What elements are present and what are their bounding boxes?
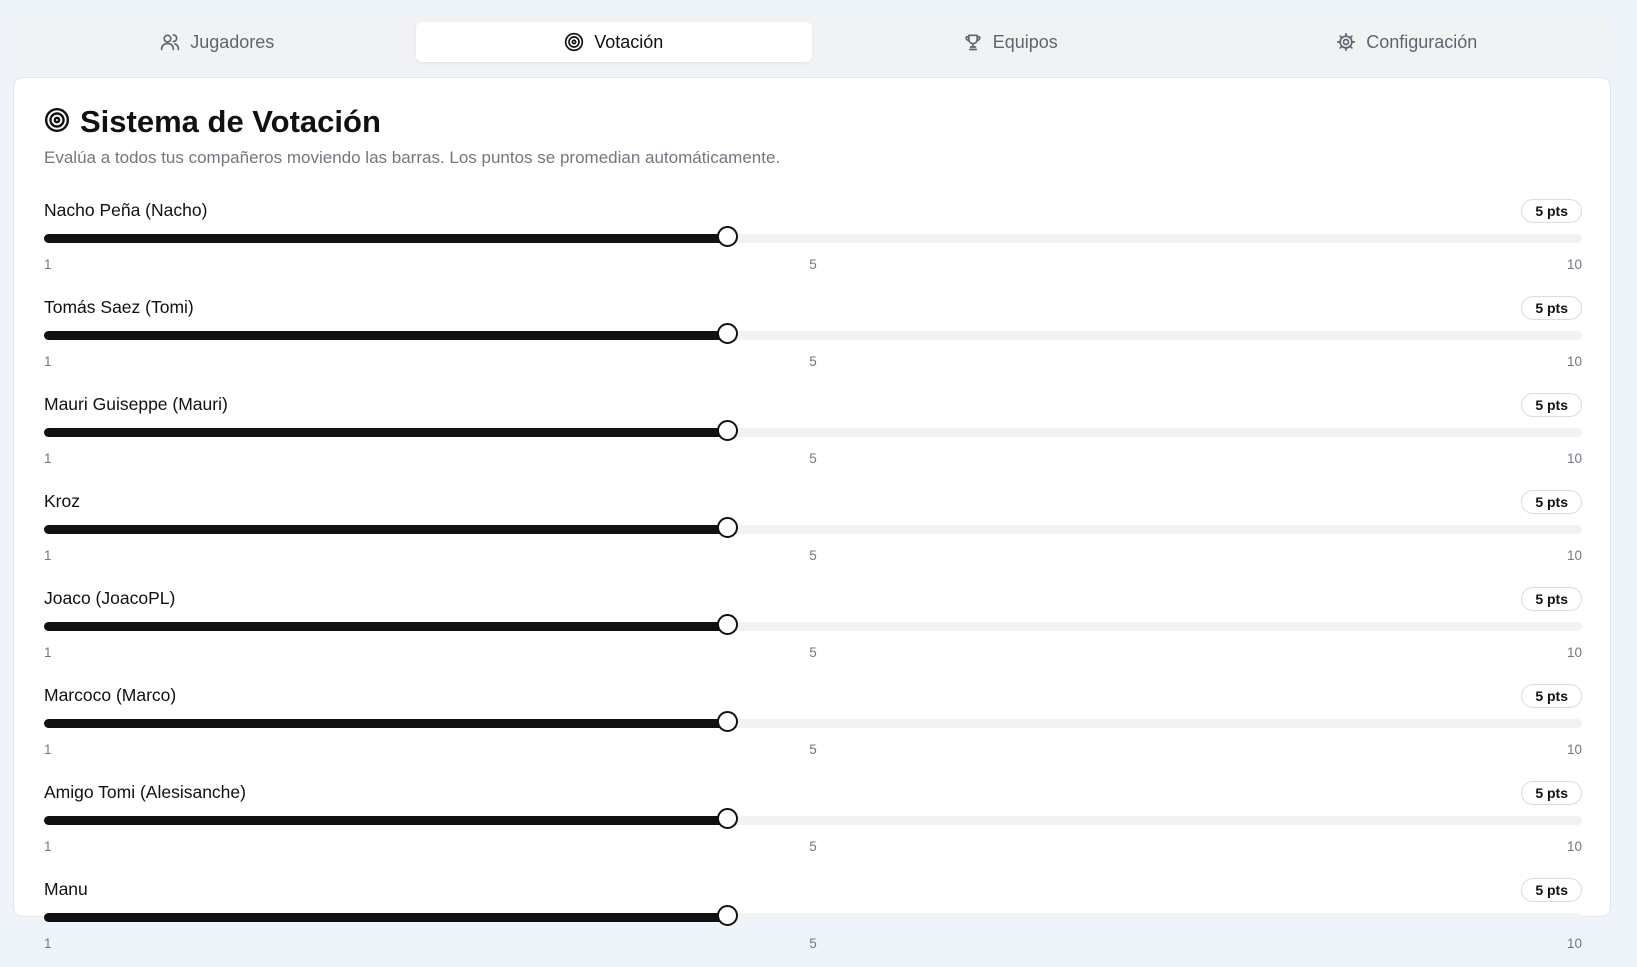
- slider-fill: [44, 622, 728, 631]
- slider-mid-label: 5: [809, 548, 817, 563]
- player-name: Kroz: [44, 491, 80, 511]
- slider-fill: [44, 816, 728, 825]
- page-title: Sistema de Votación: [80, 104, 381, 139]
- slider-thumb[interactable]: [716, 905, 738, 926]
- points-badge: 5 pts: [1521, 587, 1582, 611]
- player-row: Kroz 5 pts 1 5 10: [44, 482, 1582, 579]
- slider-thumb[interactable]: [716, 226, 738, 247]
- slider-thumb[interactable]: [716, 323, 738, 344]
- page-header: Sistema de Votación: [44, 104, 381, 140]
- tab-label: Equipos: [992, 31, 1058, 52]
- points-badge: 5 pts: [1521, 199, 1582, 223]
- points-badge: 5 pts: [1521, 878, 1582, 902]
- player-row: Mauri Guiseppe (Mauri) 5 pts 1 5 10: [44, 385, 1582, 482]
- slider-mid-label: 5: [809, 936, 817, 951]
- slider-min-label: 1: [44, 257, 52, 272]
- points-badge: 5 pts: [1521, 684, 1582, 708]
- slider-fill: [44, 428, 728, 437]
- slider-mid-label: 5: [809, 354, 817, 369]
- slider-fill: [44, 525, 728, 534]
- slider-min-label: 1: [44, 645, 52, 660]
- tab-label: Configuración: [1366, 31, 1478, 52]
- rating-slider[interactable]: [44, 808, 1582, 829]
- slider-fill: [44, 234, 728, 243]
- tab-jugadores[interactable]: Jugadores: [19, 22, 416, 62]
- player-row: Joaco (JoacoPL) 5 pts 1 5 10: [44, 579, 1582, 676]
- slider-mid-label: 5: [809, 451, 817, 466]
- player-row: Marcoco (Marco) 5 pts 1 5 10: [44, 676, 1582, 773]
- slider-max-label: 10: [1566, 839, 1582, 854]
- gear-icon: [1336, 32, 1356, 52]
- player-name: Amigo Tomi (Alesisanche): [44, 782, 246, 802]
- rating-slider[interactable]: [44, 323, 1582, 344]
- slider-max-label: 10: [1566, 936, 1582, 951]
- slider-min-label: 1: [44, 742, 52, 757]
- tab-label: Jugadores: [190, 31, 275, 52]
- rating-slider[interactable]: [44, 517, 1582, 538]
- slider-fill: [44, 331, 728, 340]
- tab-votacion[interactable]: Votación: [415, 22, 812, 62]
- slider-thumb[interactable]: [716, 517, 738, 538]
- slider-max-label: 10: [1566, 451, 1582, 466]
- page-subtitle: Evalúa a todos tus compañeros moviendo l…: [44, 148, 781, 167]
- trophy-icon: [963, 32, 983, 52]
- main-tab-bar: Jugadores Votación Equipos Configuración: [13, 16, 1611, 68]
- player-row: Amigo Tomi (Alesisanche) 5 pts 1 5 10: [44, 773, 1582, 870]
- tab-label: Votación: [594, 31, 664, 52]
- tab-equipos[interactable]: Equipos: [812, 22, 1209, 62]
- slider-min-label: 1: [44, 354, 52, 369]
- target-icon: [44, 107, 70, 138]
- slider-mid-label: 5: [809, 839, 817, 854]
- player-row: Nacho Peña (Nacho) 5 pts 1 5 10: [44, 191, 1582, 288]
- player-name: Mauri Guiseppe (Mauri): [44, 394, 228, 414]
- slider-thumb[interactable]: [716, 614, 738, 635]
- slider-fill: [44, 913, 728, 922]
- slider-max-label: 10: [1566, 742, 1582, 757]
- slider-min-label: 1: [44, 548, 52, 563]
- points-badge: 5 pts: [1521, 781, 1582, 805]
- player-list: Nacho Peña (Nacho) 5 pts 1 5 10 Tomás Saez (T…: [44, 191, 1582, 967]
- rating-slider[interactable]: [44, 226, 1582, 247]
- slider-thumb[interactable]: [716, 808, 738, 829]
- rating-slider[interactable]: [44, 711, 1582, 732]
- slider-max-label: 10: [1566, 354, 1582, 369]
- tab-configuracion[interactable]: Configuración: [1209, 22, 1606, 62]
- slider-mid-label: 5: [809, 257, 817, 272]
- target-icon: [564, 32, 584, 52]
- rating-slider[interactable]: [44, 420, 1582, 441]
- rating-slider[interactable]: [44, 905, 1582, 926]
- player-name: Marcoco (Marco): [44, 685, 177, 705]
- slider-thumb[interactable]: [716, 420, 738, 441]
- slider-min-label: 1: [44, 936, 52, 951]
- slider-mid-label: 5: [809, 742, 817, 757]
- slider-max-label: 10: [1566, 548, 1582, 563]
- player-name: Nacho Peña (Nacho): [44, 200, 208, 220]
- points-badge: 5 pts: [1521, 393, 1582, 417]
- points-badge: 5 pts: [1521, 490, 1582, 514]
- player-row: Manu 5 pts 1 5 10: [44, 870, 1582, 967]
- rating-slider[interactable]: [44, 614, 1582, 635]
- slider-thumb[interactable]: [716, 711, 738, 732]
- slider-min-label: 1: [44, 839, 52, 854]
- slider-max-label: 10: [1566, 257, 1582, 272]
- users-icon: [160, 32, 180, 52]
- slider-fill: [44, 719, 728, 728]
- voting-card: Sistema de Votación Evalúa a todos tus c…: [13, 77, 1611, 951]
- player-name: Manu: [44, 879, 88, 899]
- player-name: Joaco (JoacoPL): [44, 588, 176, 608]
- slider-min-label: 1: [44, 451, 52, 466]
- points-badge: 5 pts: [1521, 296, 1582, 320]
- player-row: Tomás Saez (Tomi) 5 pts 1 5 10: [44, 288, 1582, 385]
- player-name: Tomás Saez (Tomi): [44, 297, 194, 317]
- slider-mid-label: 5: [809, 645, 817, 660]
- slider-max-label: 10: [1566, 645, 1582, 660]
